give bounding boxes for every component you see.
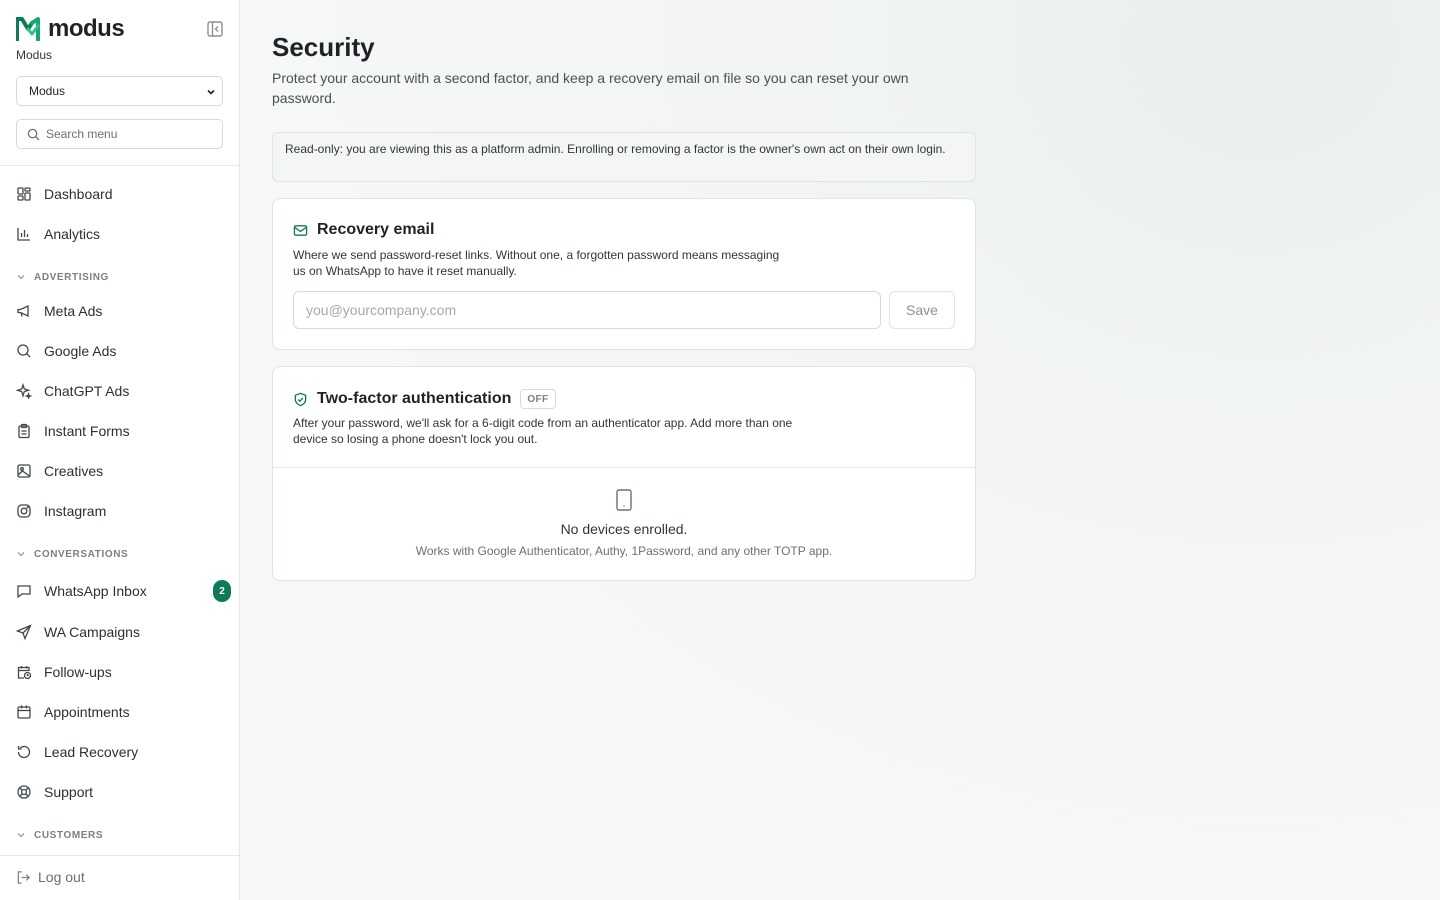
brand-name: modus xyxy=(48,15,125,42)
sidebar-item-whatsapp-inbox[interactable]: WhatsApp Inbox 2 xyxy=(8,572,231,610)
sidebar-item-dashboard[interactable]: Dashboard xyxy=(8,176,231,212)
image-icon xyxy=(17,464,31,478)
search-icon xyxy=(27,128,40,141)
sparkles-icon xyxy=(16,383,32,399)
bar-chart-icon xyxy=(17,228,30,241)
sidebar-item-lead-recovery[interactable]: Lead Recovery xyxy=(8,734,231,770)
sidebar-item-label: Instagram xyxy=(44,503,107,519)
sidebar-item-label: ChatGPT Ads xyxy=(44,383,130,399)
sidebar-item-appointments[interactable]: Appointments xyxy=(8,694,231,730)
section-customers[interactable]: CUSTOMERS xyxy=(16,827,103,843)
chevron-down-icon xyxy=(17,833,25,838)
card-title: Recovery email xyxy=(317,221,435,238)
calendar-icon xyxy=(17,705,31,719)
logout-label: Log out xyxy=(38,869,85,885)
page-title: Security xyxy=(272,32,375,62)
instagram-icon xyxy=(17,504,31,518)
message-square-icon xyxy=(17,585,31,599)
life-buoy-icon xyxy=(17,785,31,799)
megaphone-icon xyxy=(17,304,29,318)
org-select[interactable]: Modus xyxy=(16,76,223,106)
sidebar-item-label: Lead Recovery xyxy=(44,744,139,760)
search-menu[interactable] xyxy=(16,119,223,149)
mail-icon xyxy=(293,224,308,236)
sidebar-item-chatgpt-ads[interactable]: ChatGPT Ads xyxy=(8,373,231,409)
empty-state-subtitle: Works with Google Authenticator, Authy, … xyxy=(415,544,833,558)
sidebar: modus Modus Modus Dashboard Analytics AD… xyxy=(0,0,240,900)
section-advertising[interactable]: ADVERTISING xyxy=(16,269,109,285)
recovery-email-input[interactable] xyxy=(293,291,881,329)
sidebar-item-label: Analytics xyxy=(44,226,101,242)
card-divider xyxy=(273,467,975,468)
search-icon xyxy=(17,344,31,358)
card-header: Recovery email xyxy=(293,221,434,239)
save-button[interactable]: Save xyxy=(889,291,955,329)
section-label: ADVERTISING xyxy=(34,271,109,283)
card-description: Where we send password-reset links. With… xyxy=(293,248,780,278)
read-only-notice: Read-only: you are viewing this as a pla… xyxy=(272,132,976,182)
chevron-down-icon xyxy=(17,552,25,557)
chevron-down-icon xyxy=(207,89,215,95)
sidebar-item-label: WhatsApp Inbox xyxy=(44,583,147,599)
log-out-icon xyxy=(17,870,30,884)
calendar-clock-icon xyxy=(17,666,32,680)
sidebar-item-label: Support xyxy=(44,784,94,800)
sidebar-item-label: Creatives xyxy=(44,463,104,479)
org-select-value: Modus xyxy=(29,84,66,98)
sidebar-item-instant-forms[interactable]: Instant Forms xyxy=(8,413,231,449)
sidebar-item-analytics[interactable]: Analytics xyxy=(8,216,231,252)
unread-count-badge: 2 xyxy=(213,580,231,602)
section-conversations[interactable]: CONVERSATIONS xyxy=(16,546,128,562)
two-factor-card: Two-factor authentication OFF After your… xyxy=(272,366,976,581)
send-icon xyxy=(16,624,32,640)
main-content: Security Protect your account with a sec… xyxy=(240,0,1440,900)
sidebar-collapse-icon[interactable] xyxy=(206,20,224,38)
brand-logo[interactable]: modus xyxy=(16,15,125,42)
section-label: CONVERSATIONS xyxy=(34,548,129,560)
sidebar-footer-divider xyxy=(0,855,239,856)
search-input[interactable] xyxy=(46,127,216,141)
clipboard-icon xyxy=(18,423,30,439)
sidebar-item-label: Appointments xyxy=(44,704,130,720)
sidebar-item-label: Google Ads xyxy=(44,343,117,359)
page-subtitle: Protect your account with a second facto… xyxy=(272,70,909,106)
smartphone-icon xyxy=(616,489,632,511)
card-description: After your password, we'll ask for a 6-d… xyxy=(293,416,793,446)
dashboard-icon xyxy=(17,187,31,201)
sidebar-item-label: Meta Ads xyxy=(44,303,103,319)
sidebar-divider xyxy=(0,165,239,166)
sidebar-item-wa-campaigns[interactable]: WA Campaigns xyxy=(8,614,231,650)
shield-check-icon xyxy=(294,392,307,406)
sidebar-item-follow-ups[interactable]: Follow-ups xyxy=(8,654,231,690)
sidebar-item-label: Instant Forms xyxy=(44,423,130,439)
rotate-ccw-icon xyxy=(17,745,31,759)
sidebar-item-label: WA Campaigns xyxy=(44,624,140,640)
sidebar-item-support[interactable]: Support xyxy=(8,774,231,810)
sidebar-item-instagram[interactable]: Instagram xyxy=(8,493,231,529)
card-title: Two-factor authentication xyxy=(317,390,512,407)
modus-logo-icon xyxy=(16,17,40,41)
org-label: Modus xyxy=(16,48,53,62)
sidebar-item-label: Dashboard xyxy=(44,186,113,202)
section-label: CUSTOMERS xyxy=(34,829,104,841)
card-header: Two-factor authentication OFF xyxy=(293,389,556,409)
status-badge: OFF xyxy=(520,389,556,409)
sidebar-item-meta-ads[interactable]: Meta Ads xyxy=(8,293,231,329)
sidebar-item-creatives[interactable]: Creatives xyxy=(8,453,231,489)
recovery-email-card: Recovery email Where we send password-re… xyxy=(272,198,976,350)
logout-button[interactable]: Log out xyxy=(16,866,85,888)
sidebar-item-google-ads[interactable]: Google Ads xyxy=(8,333,231,369)
chevron-down-icon xyxy=(17,275,25,280)
sidebar-item-label: Follow-ups xyxy=(44,664,112,680)
empty-state-title: No devices enrolled. xyxy=(560,521,688,537)
